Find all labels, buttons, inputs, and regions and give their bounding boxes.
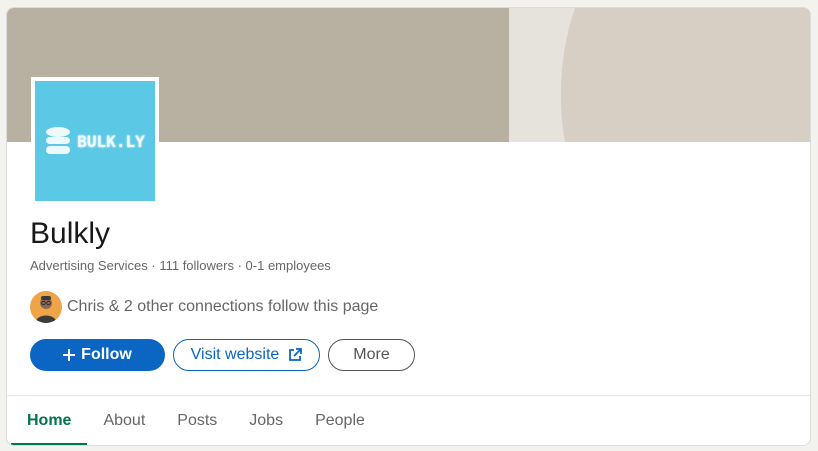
company-meta: Advertising Services · 111 followers · 0… — [30, 258, 331, 273]
company-logo[interactable]: BULK.LY — [31, 77, 159, 205]
visit-website-label: Visit website — [190, 346, 280, 363]
tab-home[interactable]: Home — [7, 396, 88, 445]
tab-label: People — [315, 411, 365, 429]
person-avatar-icon — [35, 296, 57, 323]
tab-jobs[interactable]: Jobs — [233, 396, 299, 445]
company-tabs: Home About Posts Jobs People — [7, 396, 381, 445]
more-button[interactable]: More — [328, 339, 415, 371]
tab-label: Posts — [177, 411, 218, 429]
database-icon — [46, 127, 71, 154]
action-buttons: Follow Visit website More — [30, 339, 415, 371]
more-label: More — [353, 346, 390, 363]
follow-label: Follow — [81, 346, 132, 363]
tab-label: Jobs — [249, 411, 284, 429]
connections-row[interactable]: Chris & 2 other connections follow this … — [30, 291, 378, 323]
follow-button[interactable]: Follow — [30, 339, 165, 371]
company-name: Bulkly — [30, 217, 111, 250]
tab-about[interactable]: About — [87, 396, 161, 445]
connections-text: Chris & 2 other connections follow this … — [67, 298, 379, 315]
visit-website-button[interactable]: Visit website — [173, 339, 320, 371]
company-card: BULK.LY Bulkly Advertising Services · 11… — [6, 7, 811, 446]
banner-right-panel — [509, 8, 810, 142]
external-link-icon — [289, 348, 303, 361]
tab-people[interactable]: People — [299, 396, 381, 445]
plus-icon — [63, 349, 76, 361]
banner-curve-shape — [509, 8, 575, 142]
tab-label: Home — [27, 411, 72, 429]
tab-label: About — [103, 411, 146, 429]
avatar[interactable] — [30, 291, 62, 323]
logo-tile: BULK.LY — [35, 81, 155, 201]
logo-wordmark: BULK.LY — [77, 131, 145, 151]
tab-posts[interactable]: Posts — [161, 396, 233, 445]
